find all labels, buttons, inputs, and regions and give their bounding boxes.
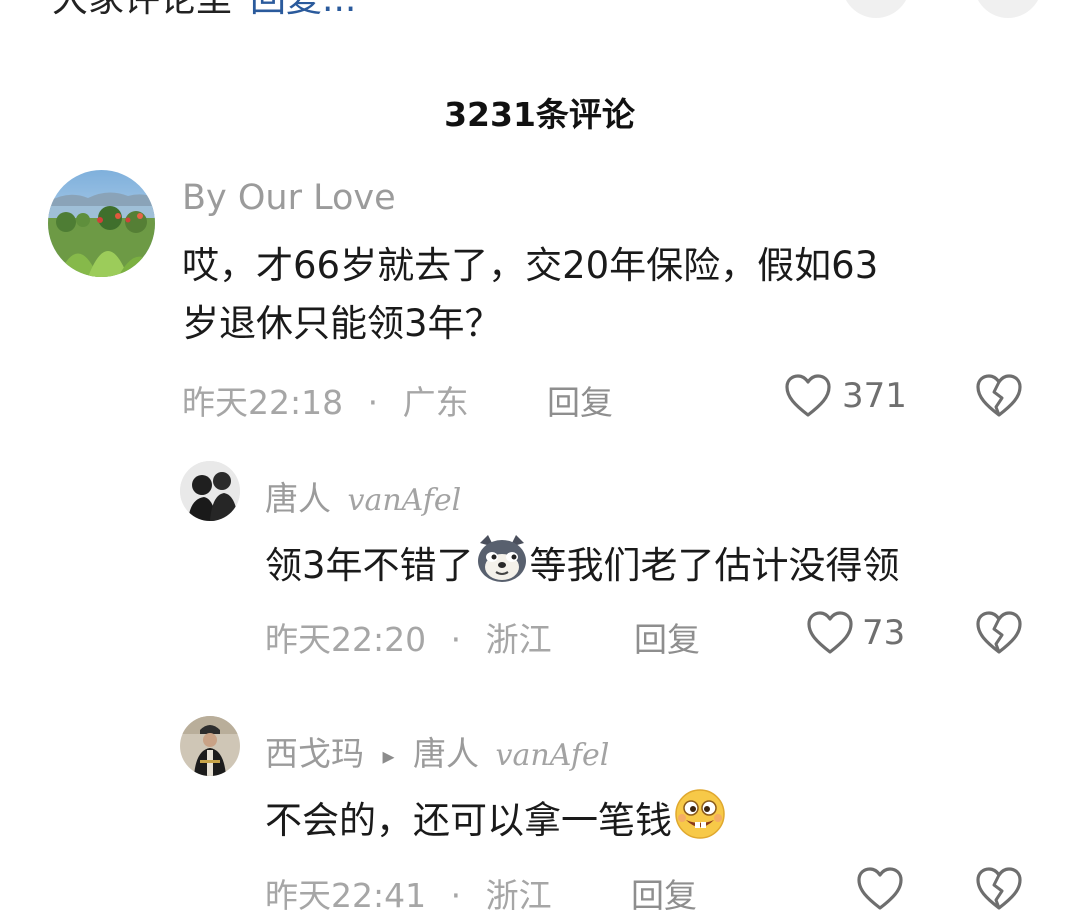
username[interactable]: 唐人 vanAfel [265,472,461,520]
username-text: 唐人 [265,479,331,518]
username-text[interactable]: 西戈玛 [265,734,364,773]
heart-outline-icon[interactable] [783,371,833,421]
username-signature: vanAfel [495,738,610,773]
comment-time: 昨天22:18 [182,383,344,422]
comment-time: 昨天22:41 [265,876,427,915]
username: 西戈玛 ▸ 唐人 vanAfel [265,727,609,775]
comment-time: 昨天22:20 [265,620,427,659]
avatar[interactable] [48,170,155,277]
comment-meta: 昨天22:20 · 浙江 [265,613,552,661]
broken-heart-icon[interactable] [974,371,1024,421]
username[interactable]: By Our Love [182,178,396,218]
heart-outline-icon[interactable] [855,864,905,914]
comment-text-part: 不会的，还可以拿一笔钱 [265,799,672,842]
reply-button[interactable]: 回复 [547,376,613,424]
broken-heart-icon[interactable] [974,608,1024,658]
broken-heart-icon[interactable] [974,864,1024,914]
comment-text-line: 哎，才66岁就去了，交20年保险，假如63 [182,244,879,287]
top-action-button[interactable] [842,0,910,18]
comment-location: 浙江 [485,876,552,915]
avatar-landscape-image [48,170,155,277]
comment-text-part: 等我们老了估计没得领 [529,544,900,587]
comment-location: 浙江 [485,620,552,659]
doge-emoji-icon [474,533,530,602]
top-action-button-2[interactable] [974,0,1042,18]
previous-content-text: 大家评论里 [52,0,232,20]
comment-count-title: 3231条评论 [444,95,635,134]
reply-to-username[interactable]: 唐人 [413,734,479,773]
comment-text-line: 岁退休只能领3年？ [182,302,502,345]
comment-text: 不会的，还可以拿一笔钱 [265,788,728,857]
goofy-grin-emoji-icon [672,788,728,857]
meta-separator: · [450,620,462,659]
comment-meta: 昨天22:41 · 浙江 [265,869,552,917]
comment-text-part: 领3年不错了 [265,544,474,587]
comment-location: 广东 [402,383,469,422]
reply-arrow-icon: ▸ [382,741,395,770]
reply-button[interactable]: 回复 [634,613,700,661]
previous-content-fragment: 大家评论里回复... [52,0,356,22]
heart-outline-icon[interactable] [805,608,855,658]
meta-separator: · [450,876,462,915]
avatar[interactable] [180,461,240,521]
meta-separator: · [367,383,379,422]
comment-meta: 昨天22:18 · 广东 [182,376,469,424]
comment-text: 哎，才66岁就去了，交20年保险，假如63 岁退休只能领3年？ [182,237,1062,353]
username-signature: vanAfel [347,483,462,518]
avatar[interactable] [180,716,240,776]
avatar-guard-image [180,716,240,776]
reply-button[interactable]: 回复 [631,869,697,917]
avatar-silhouette-image [180,461,240,521]
previous-content-link[interactable]: 回复... [250,0,356,20]
comment-text: 领3年不错了 等我们老了估计没得领 [265,533,900,602]
like-count: 73 [862,613,906,653]
like-count: 371 [842,376,907,416]
